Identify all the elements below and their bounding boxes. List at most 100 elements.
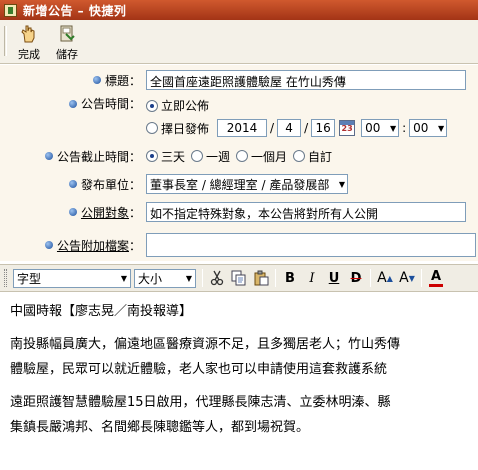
time-colon: : <box>402 121 407 135</box>
bullet-icon <box>92 76 101 84</box>
radio-selected-icon <box>146 99 158 112</box>
size-select[interactable]: 大小 ▼ <box>134 268 196 288</box>
strikethrough-button[interactable]: D <box>345 267 367 289</box>
unit-label-wrap: 發布單位： <box>68 176 141 193</box>
title-label-wrap: 標題： <box>92 72 141 89</box>
deadline-label: 公告截止時間： <box>56 149 141 164</box>
scissors-icon <box>210 270 224 286</box>
attach-row: 公告附加檔案 ： <box>0 233 478 257</box>
publish-time-label-wrap: 公告時間： <box>68 95 141 112</box>
italic-button[interactable]: I <box>301 267 323 289</box>
color-swatch <box>429 283 443 287</box>
hour-value: 00 <box>365 121 381 135</box>
main-toolbar: 完成 儲存 <box>0 20 478 64</box>
cut-button[interactable] <box>206 267 228 289</box>
editor-content[interactable]: 中國時報【廖志晃／南投報導】 南投縣幅員廣大，偏遠地區醫療資源不足，且多獨居老人… <box>0 293 478 470</box>
radio-icon <box>293 150 306 162</box>
target-label-colon: ： <box>128 205 141 220</box>
editor-toolbar: 字型 ▼ 大小 ▼ B I U D A ▲ A ▼ A <box>0 264 478 292</box>
minute-select[interactable]: 00 ▼ <box>409 119 448 137</box>
attach-label-link[interactable]: 公告附加檔案 <box>57 237 129 254</box>
content-paragraph: 中國時報【廖志晃／南投報導】 <box>10 304 193 319</box>
title-row: 標題： 全國首座遠距照護體驗屋 在竹山秀傳 <box>0 69 478 91</box>
date-slash: / <box>270 121 275 135</box>
app-icon <box>4 3 17 17</box>
save-disk-icon <box>57 24 77 44</box>
save-button[interactable]: 儲存 <box>50 24 84 62</box>
title-input[interactable]: 全國首座遠距照護體驗屋 在竹山秀傳 <box>146 70 466 90</box>
radio-selected-icon <box>146 150 158 162</box>
publish-date-row: 擇日發佈 2014 / 4 / 16 23 00 ▼ : 00 ▼ <box>0 117 478 141</box>
day-input[interactable]: 16 <box>311 119 336 137</box>
bold-button[interactable]: B <box>279 267 301 289</box>
deadline-option-label: 一個月 <box>251 149 288 164</box>
chevron-down-icon: ▼ <box>338 179 345 189</box>
target-input[interactable]: 如不指定特殊對象，本公告將對所有人公開 <box>146 202 466 222</box>
month-input[interactable]: 4 <box>277 119 302 137</box>
title-label: 標題： <box>104 73 141 88</box>
bullet-icon <box>68 208 77 216</box>
underline-button[interactable]: U <box>323 267 345 289</box>
bullet-icon <box>44 152 53 160</box>
attach-label-wrap: 公告附加檔案 ： <box>44 237 141 254</box>
attach-input[interactable] <box>146 233 476 257</box>
deadline-option-label: 三天 <box>161 149 186 164</box>
save-label: 儲存 <box>56 48 78 61</box>
hand-pointer-icon <box>19 24 39 44</box>
target-label-link[interactable]: 公開對象 <box>81 204 129 221</box>
publish-now-label: 立即公佈 <box>161 99 210 113</box>
radio-icon <box>191 150 204 162</box>
attach-label-colon: ： <box>128 238 141 253</box>
minute-value: 00 <box>413 121 429 135</box>
date-slash: / <box>304 121 309 135</box>
font-color-icon: A <box>430 268 442 284</box>
shrink-font-icon: A <box>399 270 409 286</box>
deadline-1week-radio[interactable]: 一週 <box>191 148 230 165</box>
font-select[interactable]: 字型 ▼ <box>13 268 131 288</box>
toolbar-separator <box>421 269 422 287</box>
title-bar: 新增公告 – 快捷列 <box>0 0 478 20</box>
paste-button[interactable] <box>250 267 272 289</box>
paste-icon <box>254 270 269 286</box>
deadline-3days-radio[interactable]: 三天 <box>146 148 185 165</box>
target-label-wrap: 公開對象 ： <box>68 204 141 221</box>
toolbar-grip[interactable] <box>4 269 7 287</box>
publish-date-label: 擇日發佈 <box>161 121 210 136</box>
calendar-icon[interactable]: 23 <box>339 120 356 136</box>
grow-font-button[interactable]: A ▲ <box>374 267 396 289</box>
publish-now-radio[interactable]: 立即公佈 <box>146 97 209 114</box>
toolbar-separator <box>4 26 7 56</box>
toolbar-separator <box>202 269 203 287</box>
done-button[interactable]: 完成 <box>12 24 46 62</box>
content-paragraph: 集鎮長嚴鴻邦、名間鄉長陳聰鑑等人，都到場祝賀。 <box>10 420 310 435</box>
hour-select[interactable]: 00 ▼ <box>361 119 400 137</box>
publish-time-row: 公告時間： 立即公佈 <box>0 95 478 117</box>
deadline-custom-radio[interactable]: 自訂 <box>293 148 332 165</box>
toolbar-separator <box>275 269 276 287</box>
copy-icon <box>231 270 246 286</box>
grow-font-icon: A <box>377 270 387 286</box>
deadline-1month-radio[interactable]: 一個月 <box>236 148 287 165</box>
deadline-option-label: 一週 <box>206 149 231 164</box>
chevron-down-icon: ▼ <box>389 123 397 133</box>
unit-label: 發布單位： <box>80 177 141 192</box>
deadline-label-wrap: 公告截止時間： <box>44 148 141 165</box>
publish-date-radio[interactable]: 擇日發佈 <box>146 120 209 137</box>
unit-select[interactable]: 董事長室 / 總經理室 / 產品發展部 ▼ <box>146 174 348 194</box>
year-input[interactable]: 2014 <box>217 119 268 137</box>
chevron-down-icon: ▼ <box>185 273 192 283</box>
bullet-icon <box>68 99 77 108</box>
font-color-button[interactable]: A <box>425 267 447 289</box>
unit-row: 發布單位： 董事長室 / 總經理室 / 產品發展部 ▼ <box>0 173 478 195</box>
copy-button[interactable] <box>228 267 250 289</box>
unit-value: 董事長室 / 總經理室 / 產品發展部 <box>150 177 330 192</box>
content-paragraph: 體驗屋，民眾可以就近體驗，老人家也可以申請使用這套救護系統 <box>10 362 388 377</box>
shrink-font-button[interactable]: A ▼ <box>396 267 418 289</box>
window-title: 新增公告 – 快捷列 <box>23 3 127 18</box>
deadline-row: 公告截止時間： 三天 一週 一個月 自訂 <box>0 145 478 167</box>
radio-icon <box>146 122 158 134</box>
radio-icon <box>236 150 249 162</box>
content-paragraph: 遠距照護智慧體驗屋15日啟用，代理縣長陳志清、立委林明溱、縣 <box>10 395 391 410</box>
publish-time-label: 公告時間： <box>80 97 141 111</box>
content-paragraph: 南投縣幅員廣大，偏遠地區醫療資源不足，且多獨居老人；竹山秀傳 <box>10 337 401 352</box>
